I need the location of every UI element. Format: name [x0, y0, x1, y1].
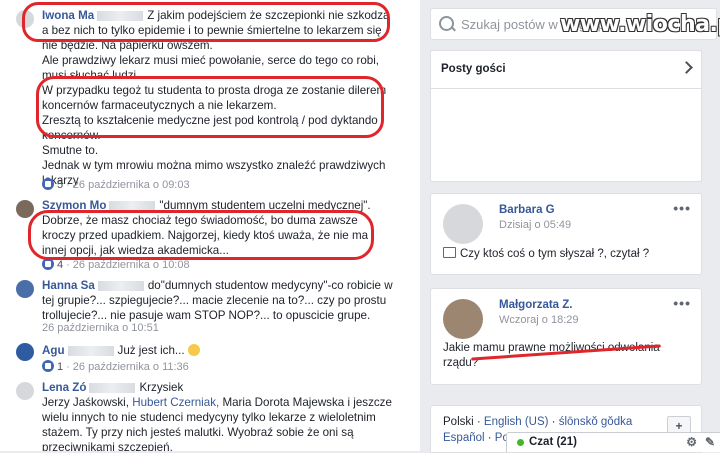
- comment-date[interactable]: 26 października o 09:03: [73, 179, 190, 191]
- avatar[interactable]: [16, 280, 34, 298]
- avatar[interactable]: [16, 382, 34, 400]
- comment-author[interactable]: Lena Zó: [42, 381, 86, 394]
- language-link[interactable]: English (US): [484, 416, 549, 428]
- language-link[interactable]: Español: [443, 432, 485, 444]
- guest-posts-panel: Posty gości: [430, 50, 702, 182]
- redacted-name: [97, 10, 144, 21]
- redacted-name: [89, 382, 136, 393]
- comment-date[interactable]: 26 października o 10:51: [42, 322, 159, 334]
- comment-body: Iwona Ma Z jakim podejściem że szczepionk…: [42, 8, 394, 188]
- search-icon: [439, 16, 454, 31]
- redacted-name: [97, 280, 144, 291]
- comment-body: Lena Zó Krzysiek Jerzy Jaśkowski, Hubert …: [42, 380, 394, 451]
- redacted-name: [67, 345, 114, 356]
- post-author[interactable]: Małgorzata Z.: [499, 299, 572, 311]
- share-icon: [443, 247, 456, 258]
- gear-icon[interactable]: ⚙: [686, 435, 697, 449]
- post-time[interactable]: Dzisiaj o 05:49: [499, 219, 571, 231]
- avatar[interactable]: [443, 204, 483, 244]
- comment-date[interactable]: 26 października o 10:08: [73, 259, 190, 271]
- comment-text: Smutne to.: [42, 144, 99, 157]
- divider: [431, 88, 701, 89]
- comment-body: Agu Już jest ich...: [42, 343, 394, 358]
- avatar[interactable]: [16, 200, 34, 218]
- comment-meta: 26 października o 10:51: [42, 322, 159, 334]
- like-icon[interactable]: [42, 258, 54, 270]
- like-count: 5: [57, 179, 64, 191]
- online-status-icon: [517, 439, 524, 446]
- avatar[interactable]: [16, 10, 34, 28]
- comment-body: Hanna Sa do"dumnych studentow medycyny"-c…: [42, 278, 394, 323]
- comment-meta: 4 · 26 października o 10:08: [42, 258, 190, 271]
- comment-author[interactable]: Szymon Mo: [42, 199, 106, 212]
- comment-author[interactable]: Agu: [42, 344, 65, 357]
- comment-body: Szymon Mo "dumnym studentem uczelni medyc…: [42, 198, 394, 258]
- comment-meta: 1 · 26 października o 11:36: [42, 360, 189, 373]
- mention-link[interactable]: Hubert Czerniak,: [132, 396, 219, 409]
- comment-text: Krzysiek: [139, 381, 184, 394]
- comment-meta: 5 · 26 października o 09:03: [42, 178, 190, 191]
- guest-posts-title[interactable]: Posty gości: [441, 63, 506, 75]
- language-link[interactable]: ślōnskŏ gŏdka: [559, 416, 633, 428]
- smile-emoji-icon: [187, 344, 200, 356]
- avatar[interactable]: [443, 299, 483, 339]
- watermark: www.wiocha.pl: [560, 12, 720, 37]
- more-options-icon[interactable]: •••: [673, 200, 691, 216]
- comment-text: Zresztą to kształcenie medyczne jest pod…: [42, 114, 378, 142]
- avatar[interactable]: [16, 343, 34, 361]
- like-count: 4: [57, 259, 64, 271]
- comment-author[interactable]: Iwona Ma: [42, 9, 94, 22]
- like-icon[interactable]: [42, 178, 54, 190]
- like-count: 1: [57, 361, 64, 373]
- post-time[interactable]: Wczoraj o 18:29: [499, 314, 578, 326]
- comments-panel: Iwona Ma Z jakim podejściem że szczepionk…: [0, 0, 420, 451]
- language-current: Polski: [443, 416, 474, 428]
- comment-text: Ale prawdziwy lekarz musi mieć powołanie…: [42, 54, 380, 82]
- chat-bar[interactable]: Czat (21) ⚙ ✎: [506, 432, 720, 452]
- compose-icon[interactable]: ✎: [705, 435, 715, 449]
- chevron-right-icon[interactable]: [680, 61, 693, 74]
- comment-text: Z jakim podejściem że szczepionki nie sz…: [42, 9, 390, 52]
- chat-label[interactable]: Czat (21): [529, 436, 577, 448]
- redacted-name: [109, 200, 156, 211]
- like-icon[interactable]: [42, 360, 54, 372]
- post-text-row: Czy ktoś coś o tym słyszał ?, czytał ?: [443, 247, 649, 262]
- comment-text: W przypadku tegoż tu studenta to prosta …: [42, 84, 387, 112]
- post-author[interactable]: Barbara G: [499, 204, 555, 216]
- post-card: Małgorzata Z. Wczoraj o 18:29 ••• Jakie …: [430, 288, 702, 385]
- comment-text: Jerzy Jaśkowski,: [42, 396, 129, 409]
- comment-author[interactable]: Hanna Sa: [42, 279, 95, 292]
- sidebar: Szukaj postów w tej grupie www.wiocha.pl…: [420, 0, 720, 453]
- more-options-icon[interactable]: •••: [673, 295, 691, 311]
- comment-text: Już jest ich...: [117, 344, 185, 357]
- comment-date[interactable]: 26 października o 11:36: [73, 361, 189, 373]
- post-card: Barbara G Dzisiaj o 05:49 ••• Czy ktoś c…: [430, 193, 702, 275]
- post-text: Czy ktoś coś o tym słyszał ?, czytał ?: [460, 248, 650, 260]
